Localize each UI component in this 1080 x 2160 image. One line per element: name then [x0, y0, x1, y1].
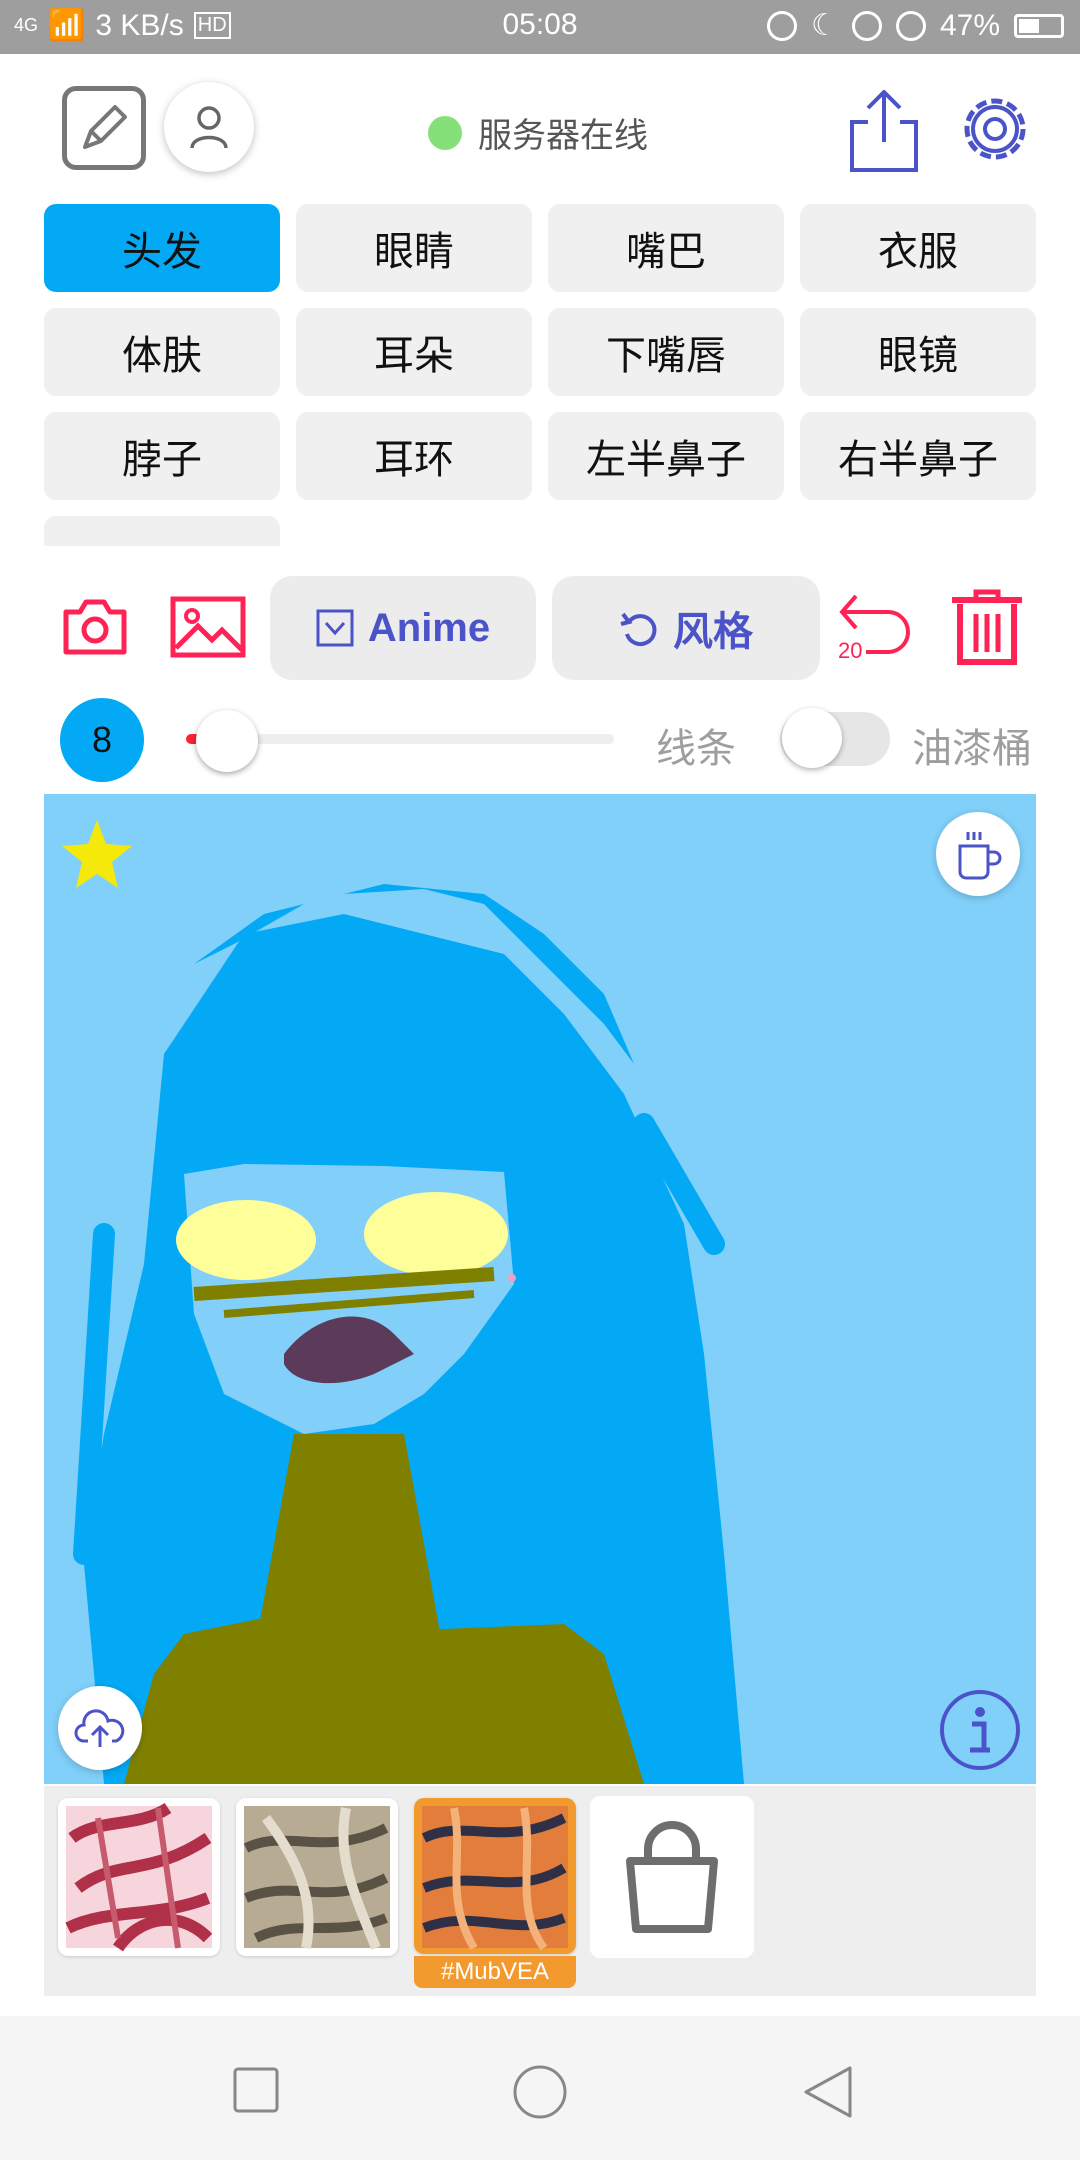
shopping-bag-icon	[626, 1821, 718, 1933]
refresh-icon	[620, 612, 657, 647]
tag-label: 体肤	[122, 333, 202, 379]
image-icon	[170, 596, 246, 658]
moon-icon: ☾	[811, 9, 838, 42]
tag-label: 衣服	[878, 229, 958, 275]
gallery-button[interactable]	[170, 596, 246, 658]
tag-label: 头发	[122, 229, 202, 275]
status-dot	[428, 115, 462, 150]
image-check-icon	[316, 609, 354, 647]
tag-label: 眼镜	[878, 333, 958, 379]
tag-label: 下嘴唇	[606, 333, 726, 379]
bucket-toggle-knob[interactable]	[782, 708, 842, 768]
server-status-label: 服务器在线	[478, 117, 648, 155]
coffee-button[interactable]	[936, 812, 1020, 896]
tag-label: 耳朵	[374, 333, 454, 379]
square-icon[interactable]	[232, 2066, 280, 2114]
style-thumbnail[interactable]	[236, 1798, 398, 1956]
tag-label: 耳环	[374, 437, 454, 483]
style-store-button[interactable]	[590, 1796, 754, 1958]
share-button[interactable]	[846, 86, 922, 174]
star-icon[interactable]	[60, 818, 134, 890]
info-icon	[940, 1690, 1020, 1770]
server-status: 服务器在线	[428, 108, 648, 157]
tag-glasses[interactable]: 眼镜	[800, 308, 1036, 396]
tag-left-nose[interactable]: 左半鼻子	[548, 412, 784, 500]
settings-button[interactable]	[952, 86, 1038, 172]
brush-size-badge: 8	[60, 698, 144, 782]
lock-rotation-icon	[851, 10, 882, 41]
camera-icon	[63, 599, 127, 655]
settings-icon	[964, 98, 1026, 160]
tag-eyes[interactable]: 眼睛	[296, 204, 532, 292]
style-thumbnail[interactable]	[58, 1798, 220, 1956]
style-thumbnail-selected[interactable]	[414, 1798, 576, 1954]
share-icon	[850, 90, 918, 172]
tag-right-nose[interactable]: 右半鼻子	[800, 412, 1036, 500]
edit-button[interactable]	[62, 86, 146, 170]
tag-label: 脖子	[122, 437, 202, 483]
back-triangle-icon[interactable]	[800, 2064, 856, 2120]
circle-icon[interactable]	[512, 2064, 568, 2120]
tag-mouth[interactable]: 嘴巴	[548, 204, 784, 292]
tag-label: 左半鼻子	[586, 437, 746, 483]
status-bar: 4G 📶 3 KB/s HD 05:08 ☾ 47%	[0, 0, 1080, 54]
undo-count: 20	[838, 638, 863, 663]
trash-button[interactable]	[948, 588, 1026, 668]
trash-icon	[952, 589, 1022, 665]
user-button[interactable]	[164, 82, 254, 172]
style-tag-label: #MubVEA	[414, 1956, 576, 1988]
bucket-label: 油漆桶	[912, 727, 1032, 771]
drawing-canvas[interactable]	[44, 794, 1036, 1784]
status-right: ☾ 47%	[767, 8, 1064, 43]
drawing	[44, 794, 1036, 1784]
tag-clothes[interactable]: 衣服	[800, 204, 1036, 292]
battery-percent: 47%	[939, 8, 1000, 42]
alarm-icon	[895, 10, 926, 41]
coffee-icon	[958, 832, 1002, 880]
eye-comfort-icon	[767, 10, 798, 41]
tag-neck[interactable]: 脖子	[44, 412, 280, 500]
tag-label: 皮肤	[122, 534, 202, 546]
tag-partial[interactable]: 皮肤	[44, 516, 280, 546]
navigation-bar	[0, 2016, 1080, 2160]
info-button[interactable]	[938, 1688, 1022, 1772]
tag-label: 右半鼻子	[838, 437, 998, 483]
anime-label: Anime	[367, 605, 491, 650]
tag-label: 嘴巴	[626, 229, 706, 275]
tag-skin[interactable]: 体肤	[44, 308, 280, 396]
tag-hair[interactable]: 头发	[44, 204, 280, 292]
tag-lower-lip[interactable]: 下嘴唇	[548, 308, 784, 396]
camera-button[interactable]	[62, 596, 128, 656]
battery-icon	[1014, 13, 1064, 38]
tag-earrings[interactable]: 耳环	[296, 412, 532, 500]
anime-button[interactable]: Anime	[270, 576, 536, 680]
upload-button[interactable]	[58, 1686, 142, 1770]
lines-label: 线条	[656, 727, 736, 771]
tag-ears[interactable]: 耳朵	[296, 308, 532, 396]
brush-slider-thumb[interactable]	[196, 710, 258, 772]
edit-icon	[83, 105, 127, 149]
user-icon	[190, 106, 228, 149]
cloud-upload-icon	[74, 1709, 125, 1747]
tag-label: 眼睛	[374, 229, 454, 275]
feature-tags: 头发 眼睛 嘴巴 衣服 体肤 耳朵 下嘴唇 眼镜 脖子 耳环 左半鼻子 右半鼻子…	[44, 200, 1044, 546]
style-button[interactable]: 风格	[552, 576, 820, 680]
style-label: 风格	[673, 610, 753, 654]
